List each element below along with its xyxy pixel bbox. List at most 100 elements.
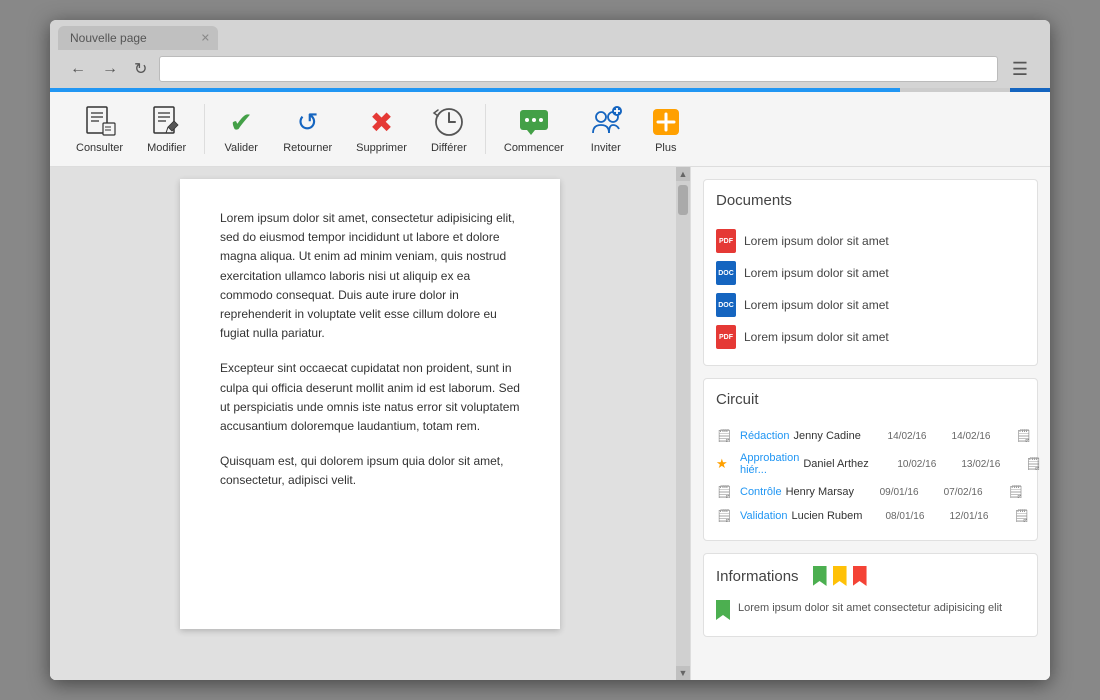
info-item-0: Lorem ipsum dolor sit amet consectetur a… [716,596,1025,624]
bookmark-red[interactable] [853,566,867,586]
doc-item-3[interactable]: PDF Lorem ipsum dolor sit amet [716,321,1025,353]
retourner-icon: ↺ [290,104,326,140]
doc-item-text-0: Lorem ipsum dolor sit amet [744,234,889,248]
toolbar-item-consulter[interactable]: Consulter [66,100,133,158]
inviter-icon [588,104,624,140]
scroll-up-arrow[interactable]: ▲ [676,167,690,181]
circuit-icon-3: 🗒 [716,508,736,524]
circuit-person-0: Jenny Cadine [794,430,884,442]
documents-panel-title: Documents [716,192,1025,215]
doc-icon-2: DOC [716,293,736,317]
separator-1 [204,104,205,154]
toolbar-item-differer[interactable]: Différer [421,100,477,158]
doc-item-0[interactable]: PDF Lorem ipsum dolor sit amet [716,225,1025,257]
circuit-date1-3: 08/01/16 [886,511,946,522]
valider-icon: ✔ [223,104,259,140]
forward-button[interactable]: → [98,58,122,80]
toolbar-item-modifier[interactable]: Modifier [137,100,196,158]
doc-icon-1: DOC [716,261,736,285]
browser-chrome: Nouvelle page ✕ ← → ↻ ☰ [50,20,1050,88]
toolbar-item-commencer[interactable]: Commencer [494,100,574,158]
supprimer-label: Supprimer [356,142,407,154]
progress-bar-accent [1010,88,1050,92]
valider-label: Valider [224,142,257,154]
separator-2 [485,104,486,154]
circuit-edit-icon-1[interactable]: 🗒 [1025,456,1045,472]
differer-icon [431,104,467,140]
back-button[interactable]: ← [66,58,90,80]
circuit-edit-icon-2[interactable]: 🗒 [1008,484,1028,500]
progress-bar-fill [50,88,900,92]
nav-bar: ← → ↻ ☰ [58,50,1042,88]
address-bar[interactable] [159,56,997,82]
commencer-icon [516,104,552,140]
supprimer-icon: ✖ [364,104,400,140]
informations-header: Informations [716,566,1025,586]
modifier-label: Modifier [147,142,186,154]
circuit-date2-2: 07/02/16 [944,487,1004,498]
document-page: Lorem ipsum dolor sit amet, consectetur … [180,179,560,629]
circuit-edit-icon-3[interactable]: 🗒 [1014,508,1034,524]
bookmark-yellow[interactable] [833,566,847,586]
circuit-row-3: 🗒 Validation Lucien Rubem 08/01/16 12/01… [716,504,1025,528]
progress-bar-container [50,88,1050,92]
scroll-thumb[interactable] [678,185,688,215]
scroll-bar[interactable]: ▲ ▼ [676,167,690,680]
toolbar: Consulter Modifier ✔ [50,92,1050,167]
doc-item-text-3: Lorem ipsum dolor sit amet [744,330,889,344]
circuit-step-3[interactable]: Validation [740,510,788,522]
toolbar-item-valider[interactable]: ✔ Valider [213,100,269,158]
info-bookmark-green [716,600,730,620]
browser-tab[interactable]: Nouvelle page ✕ [58,26,218,50]
consulter-icon [82,104,118,140]
doc-item-1[interactable]: DOC Lorem ipsum dolor sit amet [716,257,1025,289]
circuit-date1-1: 10/02/16 [897,459,957,470]
toolbar-item-supprimer[interactable]: ✖ Supprimer [346,100,417,158]
reload-button[interactable]: ↻ [130,57,151,81]
modifier-icon [149,104,185,140]
circuit-person-1: Daniel Arthez [803,458,893,470]
circuit-panel-title: Circuit [716,391,1025,414]
circuit-row-0: 🗒 Rédaction Jenny Cadine 14/02/16 14/02/… [716,424,1025,448]
documents-panel: Documents PDF Lorem ipsum dolor sit amet… [703,179,1038,366]
toolbar-item-retourner[interactable]: ↺ Retourner [273,100,342,158]
doc-item-2[interactable]: DOC Lorem ipsum dolor sit amet [716,289,1025,321]
doc-item-text-2: Lorem ipsum dolor sit amet [744,298,889,312]
retourner-label: Retourner [283,142,332,154]
doc-paragraph-2: Excepteur sint occaecat cupidatat non pr… [220,359,520,436]
plus-icon [648,104,684,140]
inviter-label: Inviter [591,142,621,154]
plus-label: Plus [655,142,676,154]
doc-paragraph-1: Lorem ipsum dolor sit amet, consectetur … [220,209,520,343]
circuit-icon-2: 🗒 [716,484,736,500]
menu-button[interactable]: ☰ [1006,57,1034,82]
circuit-step-2[interactable]: Contrôle [740,486,782,498]
informations-panel: Informations Lorem ipsum dolor sit amet … [703,553,1038,637]
info-item-text-0: Lorem ipsum dolor sit amet consectetur a… [738,600,1002,617]
toolbar-item-inviter[interactable]: Inviter [578,100,634,158]
tab-close-button[interactable]: ✕ [201,32,210,45]
main-area: Lorem ipsum dolor sit amet, consectetur … [50,167,1050,680]
pdf-icon-0: PDF [716,229,736,253]
scroll-down-arrow[interactable]: ▼ [676,666,690,680]
tab-bar: Nouvelle page ✕ [58,26,1042,50]
document-pane: Lorem ipsum dolor sit amet, consectetur … [50,167,690,680]
bookmark-green[interactable] [813,566,827,586]
commencer-label: Commencer [504,142,564,154]
app-content: Consulter Modifier ✔ [50,92,1050,680]
circuit-panel: Circuit 🗒 Rédaction Jenny Cadine 14/02/1… [703,378,1038,541]
circuit-step-1[interactable]: Approbation hiér... [740,452,799,476]
circuit-date1-2: 09/01/16 [880,487,940,498]
right-pane: Documents PDF Lorem ipsum dolor sit amet… [690,167,1050,680]
circuit-date2-0: 14/02/16 [952,431,1012,442]
doc-paragraph-3: Quisquam est, qui dolorem ipsum quia dol… [220,452,520,490]
circuit-edit-icon-0[interactable]: 🗒 [1016,428,1036,444]
circuit-row-1: ★ Approbation hiér... Daniel Arthez 10/0… [716,448,1025,480]
circuit-date2-1: 13/02/16 [961,459,1021,470]
toolbar-item-plus[interactable]: Plus [638,100,694,158]
circuit-date1-0: 14/02/16 [888,431,948,442]
circuit-person-3: Lucien Rubem [792,510,882,522]
differer-label: Différer [431,142,467,154]
informations-title: Informations [716,568,799,585]
circuit-step-0[interactable]: Rédaction [740,430,790,442]
